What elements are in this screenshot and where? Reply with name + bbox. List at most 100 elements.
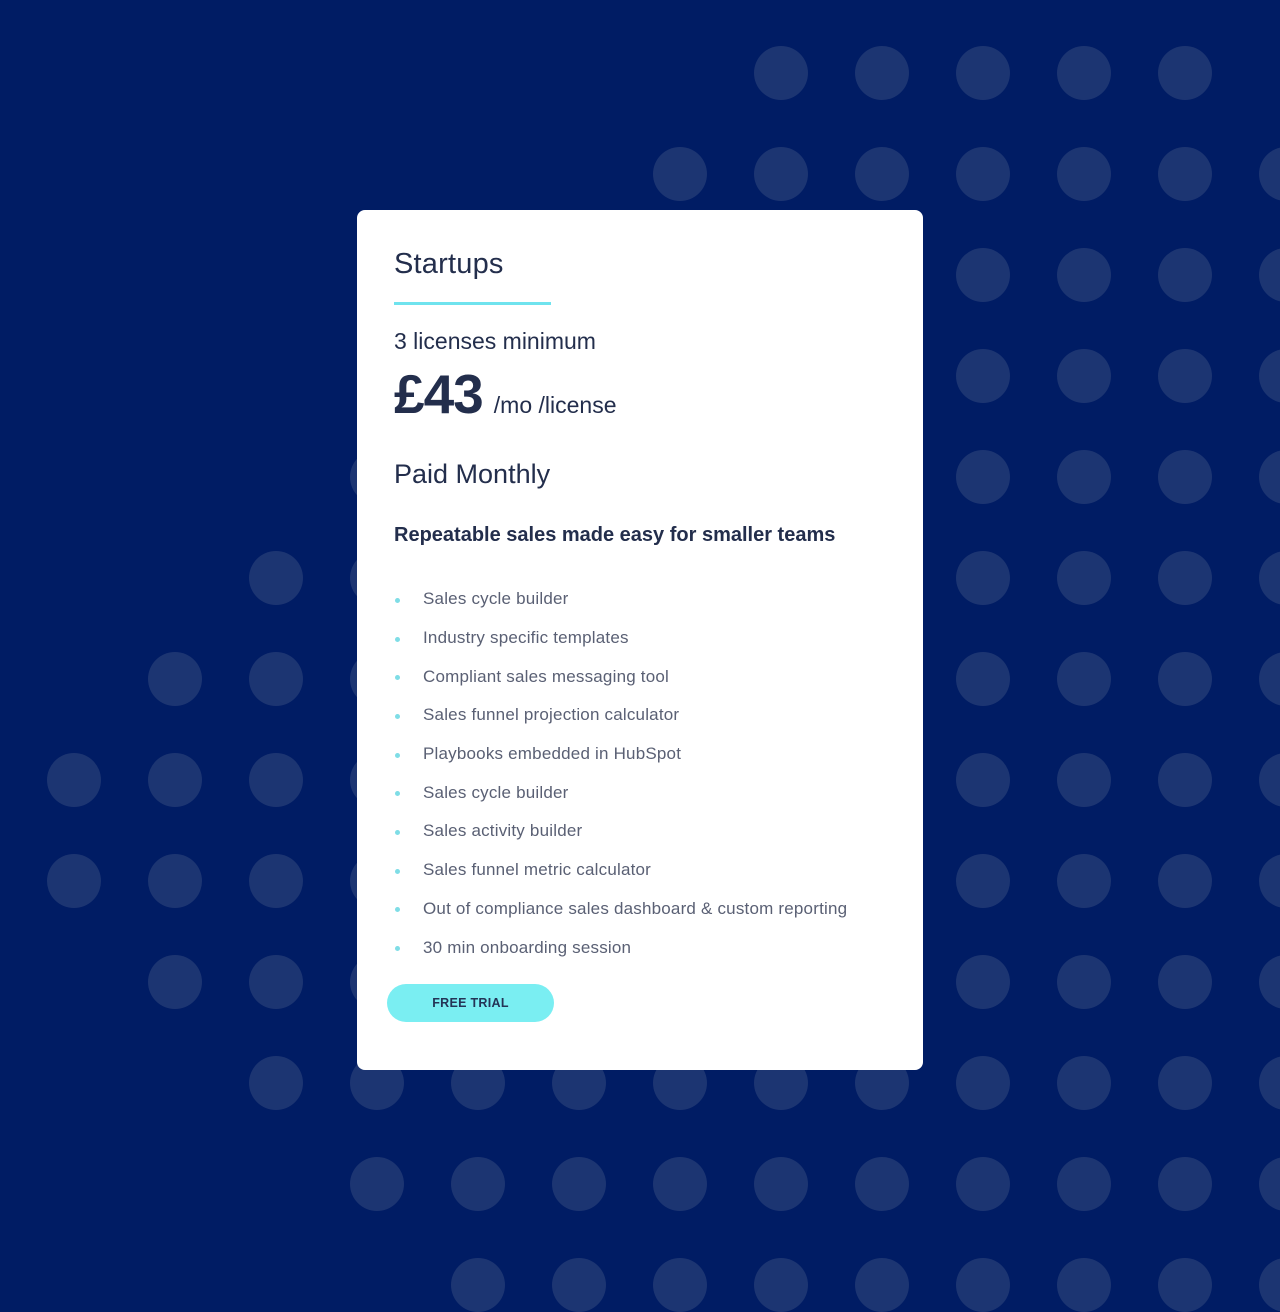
free-trial-button[interactable]: FREE TRIAL	[387, 984, 554, 1022]
background-dot	[1158, 551, 1212, 605]
background-dot	[552, 1258, 606, 1312]
background-dot	[1259, 450, 1280, 504]
background-dot	[956, 1056, 1010, 1110]
feature-item: Playbooks embedded in HubSpot	[394, 735, 847, 774]
background-dot	[1158, 46, 1212, 100]
background-dot	[855, 147, 909, 201]
price: £43	[394, 363, 484, 425]
price-row: £43 /mo /license	[394, 362, 616, 426]
feature-list: Sales cycle builder Industry specific te…	[394, 580, 847, 967]
background-dot	[249, 652, 303, 706]
background-dot	[1158, 1157, 1212, 1211]
bullet-icon	[395, 946, 400, 952]
background-dot	[1259, 349, 1280, 403]
feature-label: Sales funnel metric calculator	[423, 860, 652, 880]
background-dot	[1259, 1056, 1280, 1110]
background-dot	[1259, 854, 1280, 908]
background-dot	[148, 854, 202, 908]
background-dot	[249, 753, 303, 807]
feature-item: Out of compliance sales dashboard & cust…	[394, 890, 847, 929]
feature-label: Industry specific templates	[423, 628, 629, 648]
feature-label: Sales activity builder	[423, 821, 583, 841]
background-dot	[956, 955, 1010, 1009]
bullet-icon	[395, 713, 400, 719]
background-dot	[451, 1258, 505, 1312]
background-dot	[249, 1056, 303, 1110]
background-dot	[1057, 551, 1111, 605]
background-dot	[855, 1258, 909, 1312]
bullet-icon	[395, 636, 400, 642]
background-dot	[653, 1258, 707, 1312]
feature-label: Sales cycle builder	[423, 782, 569, 802]
background-dot	[1057, 1258, 1111, 1312]
background-dot	[1259, 551, 1280, 605]
bullet-icon	[395, 597, 400, 603]
feature-label: Out of compliance sales dashboard & cust…	[423, 898, 848, 918]
background-dot	[1259, 753, 1280, 807]
feature-item: Sales cycle builder	[394, 773, 847, 812]
bullet-icon	[395, 752, 400, 758]
background-dot	[1057, 854, 1111, 908]
background-dot	[148, 955, 202, 1009]
feature-label: Sales funnel projection calculator	[423, 705, 680, 725]
background-dot	[956, 1258, 1010, 1312]
feature-label: 30 min onboarding session	[423, 937, 632, 957]
feature-item: Sales activity builder	[394, 812, 847, 851]
bullet-icon	[395, 907, 400, 913]
background-dot	[956, 147, 1010, 201]
feature-item: Sales cycle builder	[394, 580, 847, 619]
background-dot	[1057, 46, 1111, 100]
bullet-icon	[395, 791, 400, 797]
background-dot	[1259, 147, 1280, 201]
background-dot	[350, 1157, 404, 1211]
background-dot	[1158, 854, 1212, 908]
background-dot	[47, 854, 101, 908]
background-dot	[855, 1157, 909, 1211]
background-dot	[1057, 753, 1111, 807]
plan-tagline: Repeatable sales made easy for smaller t…	[394, 524, 836, 546]
background-dot	[956, 652, 1010, 706]
feature-item: 30 min onboarding session	[394, 928, 847, 967]
background-dot	[1158, 147, 1212, 201]
price-unit: /mo /license	[493, 392, 617, 418]
background-dot	[956, 854, 1010, 908]
background-dot	[855, 46, 909, 100]
bullet-icon	[395, 868, 400, 874]
background-dot	[653, 147, 707, 201]
license-minimum: 3 licenses minimum	[394, 328, 596, 354]
background-dot	[1057, 652, 1111, 706]
background-dot	[1259, 955, 1280, 1009]
background-dot	[956, 450, 1010, 504]
background-dot	[148, 753, 202, 807]
background-dot	[47, 753, 101, 807]
background-dot	[1057, 955, 1111, 1009]
background-dot	[653, 1157, 707, 1211]
background-dot	[1057, 450, 1111, 504]
background-dot	[1057, 248, 1111, 302]
background-dot	[1057, 1056, 1111, 1110]
feature-label: Compliant sales messaging tool	[423, 666, 670, 686]
background-dot	[1057, 147, 1111, 201]
pricing-card: Startups 3 licenses minimum £43 /mo /lic…	[357, 210, 923, 1070]
background-dot	[1259, 248, 1280, 302]
background-dot	[1259, 652, 1280, 706]
background-dot	[956, 248, 1010, 302]
background-dot	[1158, 955, 1212, 1009]
background-dot	[956, 46, 1010, 100]
background-dot	[956, 753, 1010, 807]
background-dot	[956, 1157, 1010, 1211]
background-dot	[1158, 1258, 1212, 1312]
background-dot	[754, 1258, 808, 1312]
background-dot	[956, 551, 1010, 605]
feature-item: Sales funnel metric calculator	[394, 851, 847, 890]
background-dot	[754, 1157, 808, 1211]
background-dot	[754, 147, 808, 201]
billing-period: Paid Monthly	[394, 459, 551, 489]
background-dot	[956, 349, 1010, 403]
background-dot	[1158, 1056, 1212, 1110]
title-underline	[394, 302, 551, 305]
background-dot	[1158, 753, 1212, 807]
background-dot	[1057, 349, 1111, 403]
feature-label: Sales cycle builder	[423, 589, 569, 609]
background-dot	[1158, 349, 1212, 403]
